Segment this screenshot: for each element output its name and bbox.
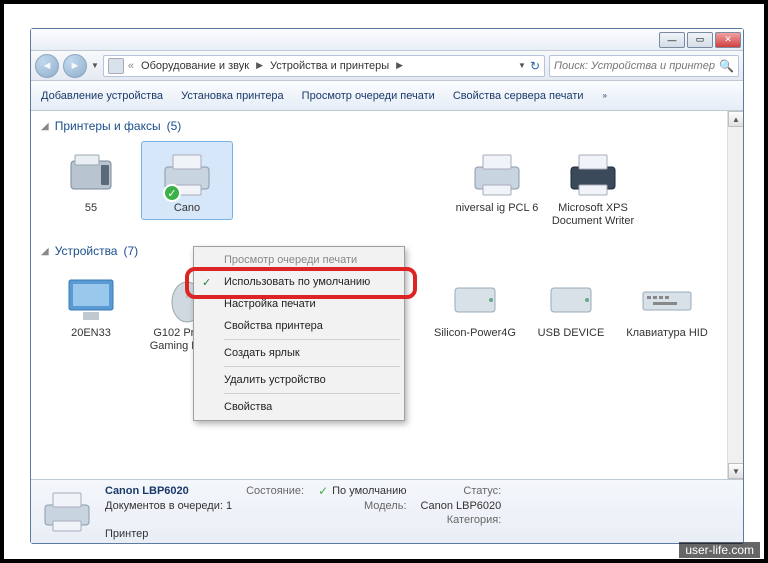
- hdd-icon: [445, 273, 505, 325]
- toolbar: Добавление устройства Установка принтера…: [31, 81, 743, 111]
- device-label: niversal ig PCL 6: [456, 202, 539, 215]
- chevron-right-icon[interactable]: ▶: [394, 60, 405, 71]
- device-item-selected[interactable]: ✓ Cano: [141, 141, 233, 220]
- device-label: 20EN33: [71, 327, 111, 340]
- check-icon: ✓: [202, 276, 211, 289]
- ctx-label: Использовать по умолчанию: [224, 276, 370, 288]
- breadcrumb-sep-icon: «: [126, 60, 136, 72]
- details-state-label: Состояние:: [246, 485, 304, 497]
- category-count: (7): [123, 244, 138, 258]
- category-label: Принтеры и факсы: [55, 119, 161, 133]
- search-box[interactable]: 🔍: [549, 55, 739, 77]
- ctx-separator: [224, 339, 400, 340]
- device-item[interactable]: 55: [45, 141, 137, 220]
- watermark: user-life.com: [679, 542, 760, 558]
- details-pane: Canon LBP6020 Состояние: ✓По умолчанию С…: [31, 479, 743, 543]
- location-icon: [108, 58, 124, 74]
- vertical-scrollbar[interactable]: ▲ ▼: [727, 111, 743, 479]
- device-item[interactable]: Microsoft XPS Document Writer: [547, 141, 639, 232]
- chevron-down-icon: ◢: [41, 121, 49, 132]
- device-label: Клавиатура HID: [626, 327, 708, 340]
- category-label: Устройства: [55, 244, 118, 258]
- device-item[interactable]: 20EN33: [45, 266, 137, 345]
- printer-icon: [41, 489, 93, 535]
- printers-row: 55 ✓ Cano niversal ig PCL 6: [31, 137, 743, 236]
- printer-icon: [467, 148, 527, 200]
- check-icon: ✓: [318, 484, 328, 498]
- device-label: Cano: [174, 202, 200, 215]
- navbar: ◄ ► ▼ « Оборудование и звук ▶ Устройства…: [31, 51, 743, 81]
- add-device-button[interactable]: Добавление устройства: [41, 90, 163, 102]
- default-check-icon: ✓: [163, 184, 181, 202]
- category-printers[interactable]: ◢ Принтеры и факсы (5): [31, 111, 743, 137]
- ctx-properties[interactable]: Свойства: [196, 396, 402, 418]
- ctx-remove-device[interactable]: Удалить устройство: [196, 369, 402, 391]
- category-count: (5): [167, 119, 182, 133]
- details-category-label: Категория:: [421, 514, 502, 526]
- breadcrumb-item[interactable]: Оборудование и звук: [138, 60, 252, 72]
- ctx-create-shortcut[interactable]: Создать ярлык: [196, 342, 402, 364]
- device-item[interactable]: Клавиатура HID: [621, 266, 713, 345]
- breadcrumb[interactable]: « Оборудование и звук ▶ Устройства и при…: [103, 55, 545, 77]
- history-dropdown-icon[interactable]: ▼: [91, 61, 99, 70]
- refresh-icon[interactable]: ↻: [530, 59, 540, 73]
- add-printer-button[interactable]: Установка принтера: [181, 90, 284, 102]
- maximize-button[interactable]: ▭: [687, 32, 713, 48]
- device-label: Microsoft XPS Document Writer: [550, 202, 636, 227]
- printer-icon: [563, 148, 623, 200]
- close-button[interactable]: ✕: [715, 32, 741, 48]
- fax-icon: [61, 148, 121, 200]
- details-status-label: Статус:: [421, 485, 502, 497]
- printer-icon: ✓: [157, 148, 217, 200]
- hdd-icon: [541, 273, 601, 325]
- breadcrumb-dropdown-icon[interactable]: ▼: [518, 61, 526, 70]
- search-input[interactable]: [554, 60, 715, 72]
- details-model-value: Canon LBP6020: [421, 500, 502, 512]
- keyboard-icon: [637, 273, 697, 325]
- chevron-right-icon[interactable]: ▶: [254, 60, 265, 71]
- forward-button[interactable]: ►: [63, 54, 87, 78]
- device-label: 55: [85, 202, 97, 215]
- details-status-value: Документов в очереди: 1: [105, 500, 232, 512]
- ctx-set-default[interactable]: ✓ Использовать по умолчанию: [196, 271, 402, 293]
- ctx-printer-props[interactable]: Свойства принтера: [196, 315, 402, 337]
- view-queue-button[interactable]: Просмотр очереди печати: [302, 90, 435, 102]
- device-label: USB DEVICE: [538, 327, 605, 340]
- scroll-down-icon[interactable]: ▼: [728, 463, 743, 479]
- device-item[interactable]: niversal ig PCL 6: [451, 141, 543, 220]
- device-item[interactable]: Silicon-Power4G: [429, 266, 521, 345]
- details-state-value: ✓По умолчанию: [318, 484, 406, 498]
- context-menu: Просмотр очереди печати ✓ Использовать п…: [193, 246, 405, 421]
- toolbar-overflow-icon[interactable]: »: [603, 91, 607, 100]
- titlebar: — ▭ ✕: [31, 29, 743, 51]
- monitor-icon: [61, 273, 121, 325]
- chevron-down-icon: ◢: [41, 246, 49, 257]
- content-area: ◢ Принтеры и факсы (5) 55 ✓ Cano: [31, 111, 743, 479]
- breadcrumb-item[interactable]: Устройства и принтеры: [267, 60, 392, 72]
- details-model-label: Модель:: [318, 500, 406, 512]
- ctx-print-prefs[interactable]: Настройка печати: [196, 293, 402, 315]
- device-label: Silicon-Power4G: [434, 327, 516, 340]
- device-item[interactable]: USB DEVICE: [525, 266, 617, 345]
- search-icon: 🔍: [719, 59, 734, 73]
- server-props-button[interactable]: Свойства сервера печати: [453, 90, 584, 102]
- minimize-button[interactable]: —: [659, 32, 685, 48]
- explorer-window: — ▭ ✕ ◄ ► ▼ « Оборудование и звук ▶ Устр…: [30, 28, 744, 544]
- scroll-up-icon[interactable]: ▲: [728, 111, 743, 127]
- back-button[interactable]: ◄: [35, 54, 59, 78]
- details-category-value: Принтер: [105, 528, 232, 540]
- details-name: Canon LBP6020: [105, 485, 232, 497]
- ctx-separator: [224, 393, 400, 394]
- ctx-separator: [224, 366, 400, 367]
- ctx-view-queue[interactable]: Просмотр очереди печати: [196, 249, 402, 271]
